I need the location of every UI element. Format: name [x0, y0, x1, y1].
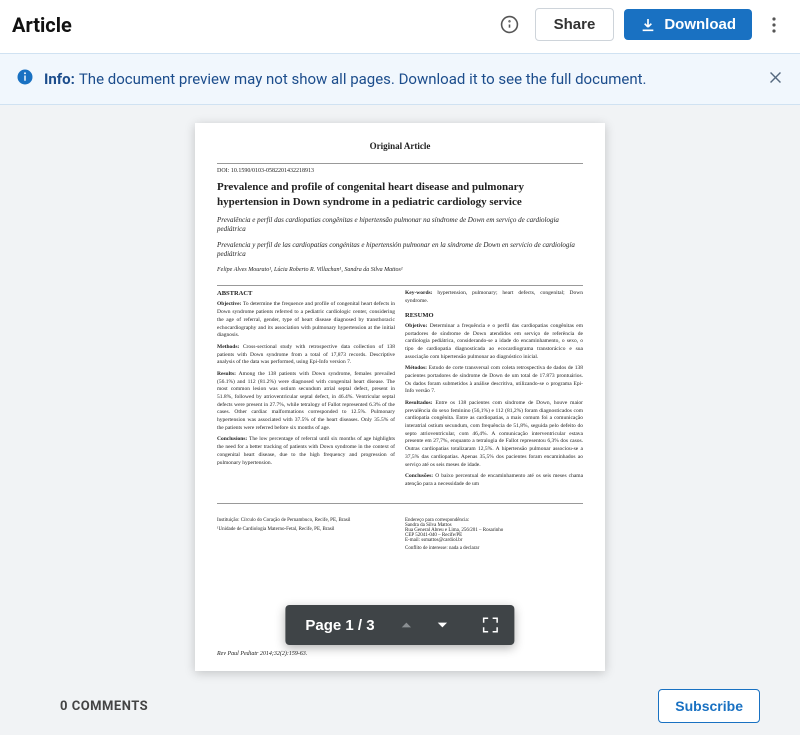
journal-ref: Rev Paul Pediatr 2014;32(2):159-63.: [217, 651, 307, 657]
chevron-up-icon: [400, 618, 414, 632]
label-results: Results:: [217, 371, 236, 377]
kebab-icon: [772, 17, 776, 33]
info-icon-button[interactable]: [495, 10, 525, 40]
download-icon: [640, 17, 656, 33]
info-icon: [16, 68, 34, 90]
page-indicator: Page 1 / 3: [291, 617, 388, 634]
authors: Felipe Alves Mourato¹, Lúcia Roberto R. …: [217, 267, 583, 273]
chevron-down-icon: [436, 618, 450, 632]
download-label: Download: [664, 16, 736, 33]
footer-affiliation: ¹Unidade de Cardiologia Materno-Fetal, R…: [217, 527, 395, 532]
more-options-button[interactable]: [760, 11, 788, 39]
label-conclusions: Conclusions:: [217, 436, 247, 442]
close-icon: [767, 69, 784, 86]
label-resultados: Resultados:: [405, 400, 433, 406]
text-methods: Cross-sectional study with retrospective…: [217, 344, 395, 365]
info-banner: Info: The document preview may not show …: [0, 53, 800, 105]
article-title-es: Prevalencia y perfil de las cardiopatías…: [217, 241, 583, 260]
footer-conflict: Conflito de interesse: nada a declarar: [405, 546, 583, 551]
footer-institution: Instituição: Círculo do Coração de Perna…: [217, 518, 395, 523]
fullscreen-button[interactable]: [473, 607, 509, 643]
label-keywords: Key-words:: [405, 290, 433, 296]
abstract-head: ABSTRACT: [217, 290, 395, 297]
text-results: Among the 138 patients with Down syndrom…: [217, 371, 395, 431]
fullscreen-icon: [482, 616, 500, 634]
download-button[interactable]: Download: [624, 9, 752, 40]
document-viewer: Original Article DOI: 10.1590/0103-05822…: [0, 105, 800, 671]
footer-correspondence-email: E-mail: ssmattos@cardiol.br: [405, 538, 583, 543]
prev-page-button[interactable]: [389, 607, 425, 643]
label-objetivo: Objetivo:: [405, 323, 427, 329]
info-label: Info:: [44, 70, 75, 88]
next-page-button[interactable]: [425, 607, 461, 643]
text-metodos: Estudo de corte transversal com coleta r…: [405, 365, 583, 394]
close-banner-button[interactable]: [767, 69, 784, 90]
label-conclusoes: Conclusões:: [405, 473, 433, 479]
share-button[interactable]: Share: [535, 8, 615, 41]
doi: DOI: 10.1590/0103-0582201432218913: [217, 168, 583, 174]
article-title-en: Prevalence and profile of congenital hea…: [217, 180, 583, 210]
subscribe-button[interactable]: Subscribe: [658, 689, 760, 723]
text-objective: To determine the frequence and profile o…: [217, 301, 395, 338]
label-metodos: Métodos:: [405, 365, 427, 371]
info-text: The document preview may not show all pa…: [79, 70, 647, 88]
document-page: Original Article DOI: 10.1590/0103-05822…: [195, 123, 605, 671]
page-title: Article: [12, 13, 495, 37]
divider: [217, 503, 583, 504]
label-methods: Methods:: [217, 344, 239, 350]
divider: [217, 285, 583, 286]
text-objetivo: Determinar a frequência e o perfil das c…: [405, 323, 583, 360]
pdf-toolbar: Page 1 / 3: [285, 605, 514, 645]
article-title-pt: Prevalência e perfil das cardiopatias co…: [217, 216, 583, 235]
resumo-head: RESUMO: [405, 312, 583, 319]
divider: [217, 163, 583, 164]
text-resultados: Entre os 138 pacientes com síndrome de D…: [405, 400, 583, 468]
comments-heading: 0 COMMENTS: [60, 699, 148, 714]
info-circle-icon: [500, 15, 519, 34]
section-label: Original Article: [217, 141, 583, 151]
label-objective: Objective:: [217, 301, 241, 307]
